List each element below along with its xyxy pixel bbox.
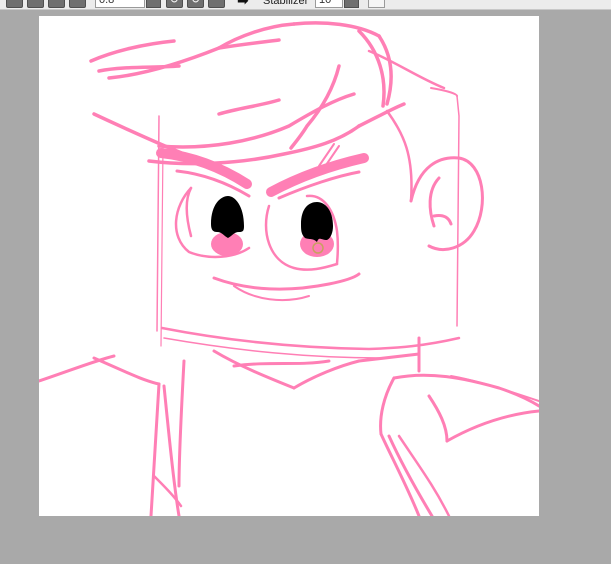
left-eye-pupil bbox=[211, 196, 244, 238]
eyedropper-icon[interactable] bbox=[368, 0, 385, 8]
brush-size-dropdown[interactable] bbox=[146, 0, 161, 8]
body-strokes bbox=[39, 336, 539, 516]
right-eye bbox=[300, 202, 334, 257]
drawing-canvas[interactable] bbox=[39, 16, 539, 516]
drawing-artwork bbox=[39, 21, 539, 516]
tool-button-3[interactable] bbox=[48, 0, 65, 8]
mouth bbox=[212, 272, 361, 302]
left-eye bbox=[211, 196, 244, 256]
rotate-right-icon[interactable]: ↻ bbox=[187, 0, 204, 8]
hair-strokes bbox=[89, 21, 458, 166]
tool-button-4[interactable] bbox=[69, 0, 86, 8]
tool-button-2[interactable] bbox=[27, 0, 44, 8]
stabilizer-label: Stabilizer bbox=[263, 0, 309, 7]
reset-rotation-button[interactable] bbox=[208, 0, 225, 8]
stabilizer-input[interactable]: 10 bbox=[315, 0, 343, 8]
stabilizer-dropdown[interactable] bbox=[344, 0, 359, 8]
ear bbox=[409, 156, 484, 251]
tool-options-bar: 0.8 ↺ ↻ ➡ Stabilizer 10 bbox=[0, 0, 611, 10]
eyebrows bbox=[156, 143, 369, 200]
brush-size-input[interactable]: 0.8 bbox=[95, 0, 145, 8]
tool-button-1[interactable] bbox=[6, 0, 23, 8]
arrow-icon[interactable]: ➡ bbox=[237, 0, 249, 8]
rotate-left-icon[interactable]: ↺ bbox=[166, 0, 183, 8]
paint-app: 0.8 ↺ ↻ ➡ Stabilizer 10 bbox=[0, 0, 611, 564]
